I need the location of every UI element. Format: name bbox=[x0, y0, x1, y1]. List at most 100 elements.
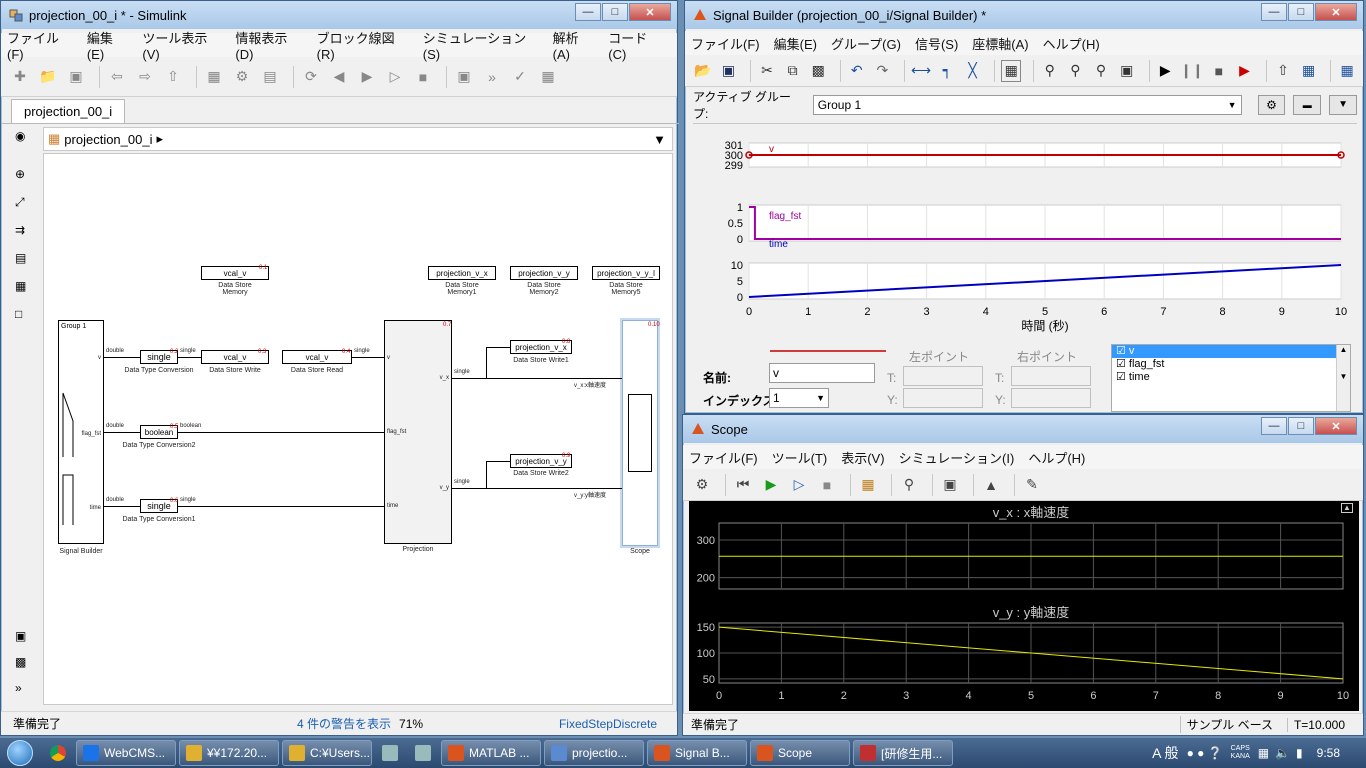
maximize-button[interactable]: □ bbox=[602, 3, 628, 21]
scope-close-button[interactable]: ✕ bbox=[1315, 417, 1357, 435]
check-icon[interactable]: ✓ bbox=[509, 66, 531, 88]
sb-close-button[interactable]: ✕ bbox=[1315, 3, 1357, 21]
sl-menu-item[interactable]: 情報表示(D) bbox=[235, 28, 302, 62]
scope-run-icon[interactable]: ▶ bbox=[760, 474, 782, 496]
scope-titlebar[interactable]: Scope — □ ✕ bbox=[683, 415, 1363, 443]
run-all-icon[interactable]: ▶ bbox=[1235, 60, 1255, 82]
taskbar-item[interactable]: [研修生用... bbox=[853, 740, 953, 766]
signal-icon[interactable]: ▮ bbox=[1296, 746, 1303, 760]
breadcrumb[interactable]: ▦ projection_00_i ▸ ▼ bbox=[43, 127, 673, 151]
start-button[interactable] bbox=[0, 738, 40, 768]
model-canvas[interactable]: Group 1 v flag_fst time Signal Builder s… bbox=[43, 153, 673, 705]
network-icon[interactable]: ▦ bbox=[1258, 746, 1269, 760]
sb-minimize-button[interactable]: — bbox=[1261, 3, 1287, 21]
taskbar-item[interactable]: ¥¥172.20... bbox=[179, 740, 279, 766]
taskbar-item[interactable]: projectio... bbox=[544, 740, 644, 766]
scope-measure-icon[interactable]: ✎ bbox=[1021, 474, 1043, 496]
gear-icon[interactable]: ⚙ bbox=[231, 66, 253, 88]
go-to-block-icon[interactable]: ⇧ bbox=[1273, 60, 1293, 82]
scope-block[interactable] bbox=[622, 320, 658, 546]
ds-memory5-block[interactable]: projection_v_y_l bbox=[592, 266, 660, 280]
run-icon[interactable]: ▶ bbox=[356, 66, 378, 88]
signal-chart[interactable]: 301300299v 10.50flag_fst1050time0 1 2 3 4 5 6 7 8… bbox=[693, 127, 1357, 339]
step-signal-icon[interactable]: ┑ bbox=[937, 60, 957, 82]
scope-triggers-icon[interactable]: ▲ bbox=[980, 474, 1002, 496]
sc-menu-item[interactable]: ツール(T) bbox=[772, 448, 828, 467]
taskbar-item[interactable]: Scope bbox=[750, 740, 850, 766]
projection-block[interactable]: v flag_fst time v_x v_y bbox=[384, 320, 452, 544]
right-y-input[interactable] bbox=[1011, 388, 1091, 408]
sl-menu-item[interactable]: シミュレーション(S) bbox=[423, 28, 539, 62]
fit-icon[interactable]: ▣ bbox=[1117, 60, 1137, 82]
sb-save-icon[interactable]: ▣ bbox=[719, 60, 739, 82]
property-inspector-icon[interactable]: ▩ bbox=[15, 655, 26, 681]
group-tab-icon[interactable]: ▬ bbox=[1293, 95, 1322, 115]
ds-memory1-block[interactable]: projection_v_x bbox=[428, 266, 496, 280]
fit-view-icon[interactable]: ⤢ bbox=[15, 195, 26, 223]
index-select[interactable]: 1 ▼ bbox=[769, 388, 829, 408]
scope-zoom-icon[interactable]: ⚲ bbox=[898, 474, 920, 496]
sb-axes-2[interactable]: 10 5 0 time 0 1 2 3 4 5 6 7 8 9 10 時間 (秒) bbox=[731, 239, 1347, 333]
taskbar-item[interactable]: Signal B... bbox=[647, 740, 747, 766]
chrome-icon[interactable] bbox=[43, 740, 73, 766]
sb-menu-item[interactable]: 座標軸(A) bbox=[972, 34, 1028, 53]
sb-menu-item[interactable]: 信号(S) bbox=[915, 34, 958, 53]
scope-maximize-button[interactable]: □ bbox=[1288, 417, 1314, 435]
sb-menu-item[interactable]: 編集(E) bbox=[774, 34, 817, 53]
sb-menu-item[interactable]: ファイル(F) bbox=[691, 34, 760, 53]
sb-axes-1[interactable]: 1 0.5 0 flag_fst bbox=[728, 202, 1342, 246]
sc-menu-item[interactable]: ファイル(F) bbox=[689, 448, 758, 467]
name-input[interactable]: v bbox=[769, 363, 875, 383]
calc-icon[interactable] bbox=[375, 740, 405, 766]
signal-list-scrollbar[interactable]: ▲ ▼ bbox=[1336, 345, 1350, 411]
status-warnings[interactable]: 4 件の警告を表示 bbox=[297, 715, 391, 732]
scope-axes-0[interactable]: v_x : x軸速度 300 200 bbox=[697, 505, 1344, 590]
scope-step-back-icon[interactable]: ⏮ bbox=[732, 474, 754, 496]
sb-axes-0[interactable]: 301300299v bbox=[725, 140, 1345, 172]
show-model-icon[interactable]: ▦ bbox=[1299, 60, 1319, 82]
sb-maximize-button[interactable]: □ bbox=[1288, 3, 1314, 21]
sl-menu-item[interactable]: ファイル(F) bbox=[7, 28, 73, 62]
record-icon[interactable]: ▣ bbox=[453, 66, 475, 88]
close-button[interactable]: ✕ bbox=[629, 3, 671, 21]
scope-stop-icon[interactable]: ■ bbox=[816, 474, 838, 496]
group-menu-icon[interactable]: ▼ bbox=[1329, 95, 1357, 115]
clock[interactable]: 9:58 bbox=[1317, 746, 1340, 760]
save-icon[interactable]: ▣ bbox=[65, 66, 87, 88]
sb-stop-icon[interactable]: ■ bbox=[1209, 60, 1229, 82]
right-t-input[interactable] bbox=[1011, 366, 1091, 386]
camera-icon[interactable]: ▣ bbox=[15, 629, 26, 655]
zoom-x-icon[interactable]: ⚲ bbox=[1040, 60, 1060, 82]
simulink-titlebar[interactable]: projection_00_i * - Simulink — □ ✕ bbox=[1, 1, 677, 29]
sb-titlebar[interactable]: Signal Builder (projection_00_i/Signal B… bbox=[685, 1, 1363, 29]
forward-arrow-icon[interactable]: ⇨ bbox=[134, 66, 156, 88]
zoom-y-icon[interactable]: ⚲ bbox=[1066, 60, 1086, 82]
scope-minimize-button[interactable]: — bbox=[1261, 417, 1287, 435]
tray-app-icons[interactable]: ● ● ❔ bbox=[1187, 746, 1223, 760]
signal-builder-block[interactable]: Group 1 v flag_fst time bbox=[58, 320, 104, 544]
open-folder-icon[interactable]: 📁 bbox=[37, 66, 59, 88]
taskbar-item[interactable]: MATLAB ... bbox=[441, 740, 541, 766]
zoom-xy-icon[interactable]: ⚲ bbox=[1091, 60, 1111, 82]
sl-menu-item[interactable]: ツール表示(V) bbox=[142, 28, 221, 62]
sb-pause-icon[interactable]: ❙❙ bbox=[1180, 60, 1203, 82]
signal-list-item-flag[interactable]: ☑ flag_fst bbox=[1112, 358, 1350, 371]
sb-menu-item[interactable]: ヘルプ(H) bbox=[1043, 34, 1100, 53]
annotation-icon[interactable]: ▤ bbox=[15, 251, 26, 279]
model-explorer-icon[interactable]: ▤ bbox=[259, 66, 281, 88]
verification-icon[interactable]: ▦ bbox=[1337, 60, 1357, 82]
scope-axes-1[interactable]: v_y : y軸速度 150 100 500 1 2 3 4 5 6 7 8 9 10 bbox=[697, 605, 1349, 702]
scope-autoscale-icon[interactable]: ▣ bbox=[939, 474, 961, 496]
library-browser-icon[interactable]: ▦ bbox=[203, 66, 225, 88]
undo-icon[interactable]: ↶ bbox=[847, 60, 867, 82]
status-solver[interactable]: FixedStepDiscrete bbox=[559, 717, 657, 731]
sc-menu-item[interactable]: ヘルプ(H) bbox=[1028, 448, 1085, 467]
expand-palette-icon[interactable]: » bbox=[15, 681, 26, 707]
image-icon[interactable]: ▦ bbox=[15, 279, 26, 307]
scope-gear-icon[interactable]: ⚙ bbox=[691, 474, 713, 496]
pulse-icon[interactable]: ╳ bbox=[963, 60, 983, 82]
update-icon[interactable]: ⟳ bbox=[300, 66, 322, 88]
cut-icon[interactable]: ✂ bbox=[757, 60, 777, 82]
paste-icon[interactable]: ▩ bbox=[808, 60, 828, 82]
hide-explorer-icon[interactable]: ◉ bbox=[15, 129, 26, 151]
